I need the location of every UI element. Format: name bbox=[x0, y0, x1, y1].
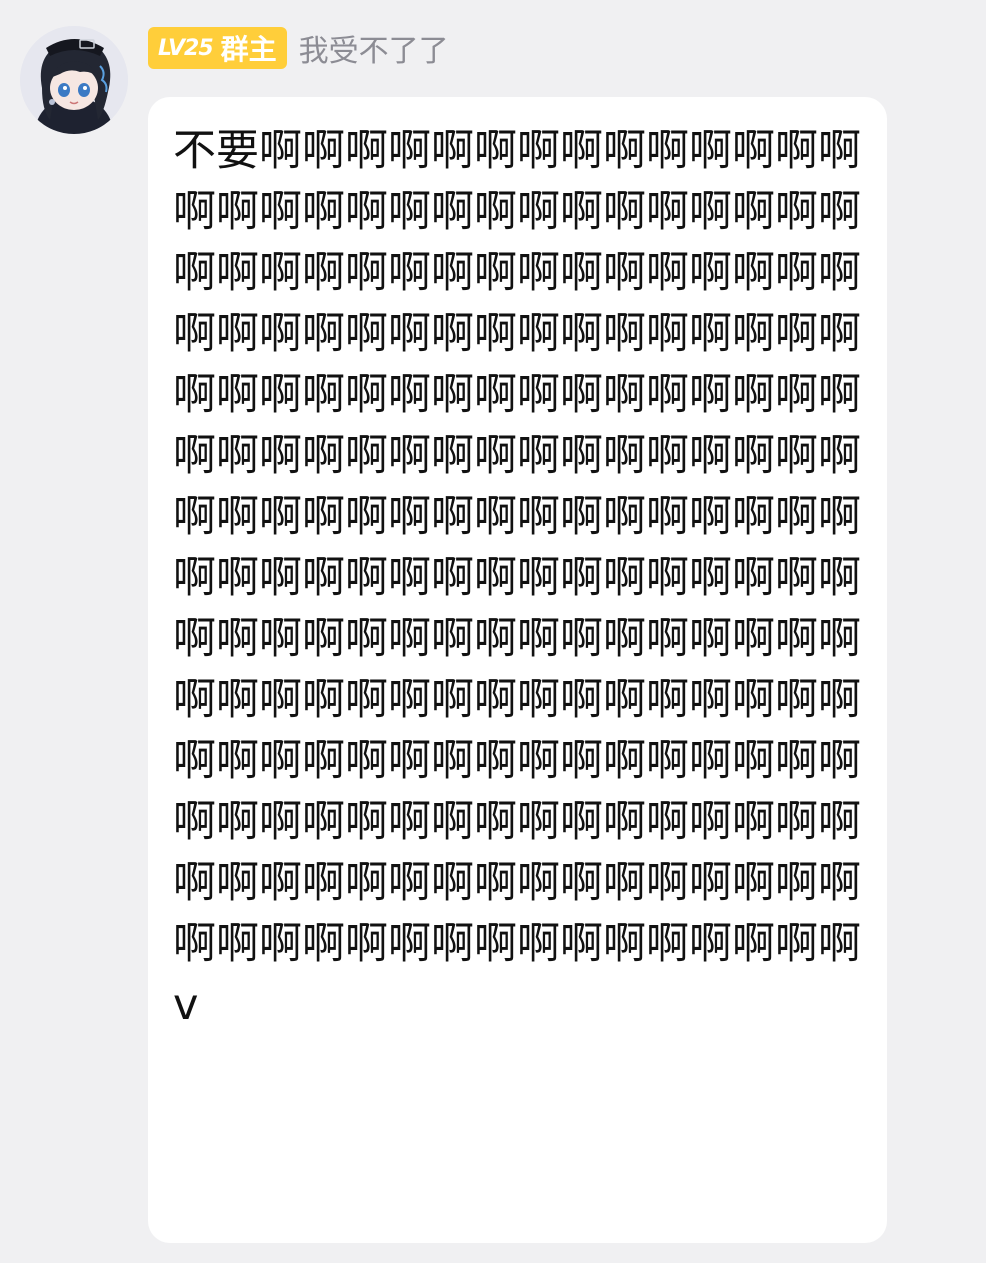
sender-info: LV25 群主 我受不了了 bbox=[148, 26, 449, 70]
message-text: 不要啊啊啊啊啊啊啊啊啊啊啊啊啊啊啊啊啊啊啊啊啊啊啊啊啊啊啊啊啊啊啊啊啊啊啊啊啊啊… bbox=[173, 126, 861, 1030]
message-bubble[interactable]: 不要啊啊啊啊啊啊啊啊啊啊啊啊啊啊啊啊啊啊啊啊啊啊啊啊啊啊啊啊啊啊啊啊啊啊啊啊啊啊… bbox=[148, 97, 887, 1243]
avatar-image bbox=[20, 26, 128, 134]
user-avatar[interactable] bbox=[20, 26, 128, 134]
level-badge: LV25 bbox=[158, 35, 214, 61]
member-badge: LV25 群主 bbox=[148, 27, 287, 69]
role-badge: 群主 bbox=[220, 33, 277, 66]
sender-nickname[interactable]: 我受不了了 bbox=[299, 26, 449, 70]
